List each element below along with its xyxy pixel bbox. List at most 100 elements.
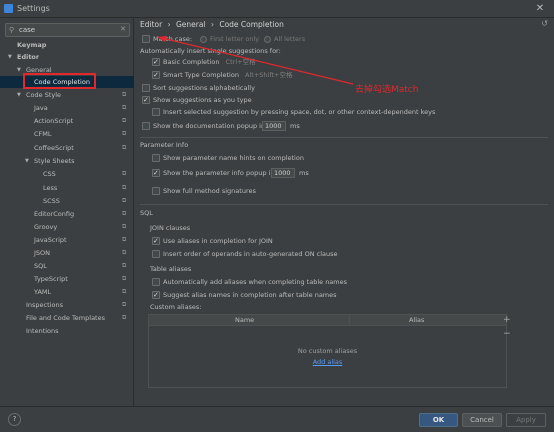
remove-icon[interactable]: −: [503, 329, 511, 339]
doc-popup-label: Show the documentation popup in: [153, 122, 266, 130]
custom-aliases-label: Custom aliases:: [150, 303, 202, 311]
table-header: Name Alias: [149, 315, 506, 326]
auto-add-row: Automatically add aliases when completin…: [152, 277, 452, 288]
custom-aliases-table[interactable]: Name Alias No custom aliases Add alias: [148, 314, 507, 388]
doc-popup-delay-input[interactable]: 1000: [262, 121, 286, 131]
full-signatures-row: Show full method signatures: [152, 186, 452, 197]
full-signatures-checkbox[interactable]: [152, 187, 160, 195]
parameter-info-header: Parameter Info: [140, 141, 189, 149]
highlight-box: [23, 73, 96, 89]
project-scope-icon: ⧉: [122, 91, 127, 98]
title-bar: Settings ✕: [0, 0, 554, 18]
tree-item-java[interactable]: Java ⧉: [0, 102, 134, 114]
footer: ? OK Cancel Apply: [0, 406, 554, 432]
settings-sidebar: ⚲ case ✕ Keymap ▼ Editor ▼ General Code Co…: [0, 18, 134, 406]
app-icon: [4, 4, 13, 13]
search-value: case: [19, 26, 36, 34]
annotation-text: 去掉勾选Match: [355, 85, 419, 95]
clear-search-icon[interactable]: ✕: [120, 25, 126, 33]
project-scope-icon: ⧉: [122, 314, 127, 321]
tree-item-json[interactable]: JSON ⧉: [0, 247, 134, 259]
window-title: Settings: [17, 4, 50, 13]
add-icon[interactable]: +: [503, 315, 511, 325]
help-button[interactable]: ?: [8, 413, 21, 426]
insert-on-label: Insert order of operands in auto-generat…: [163, 250, 338, 258]
alias-column-header[interactable]: Alias: [409, 316, 424, 324]
join-clauses-header: JOIN clauses: [150, 224, 191, 232]
tree-item-code-style[interactable]: ▼ Code Style ⧉: [0, 89, 134, 101]
tree-item-intentions[interactable]: Intentions: [0, 325, 134, 337]
suggest-alias-checkbox[interactable]: [152, 290, 160, 301]
tree-item-sql[interactable]: SQL ⧉: [0, 260, 134, 272]
tree-item-editorconfig[interactable]: EditorConfig ⧉: [0, 208, 134, 220]
insert-selected-label: Insert selected suggestion by pressing s…: [163, 108, 436, 116]
divider: [140, 204, 548, 205]
param-hints-checkbox[interactable]: [152, 154, 160, 162]
table-aliases-header: Table aliases: [150, 265, 192, 273]
ok-button[interactable]: OK: [419, 413, 458, 427]
tree-item-groovy[interactable]: Groovy ⧉: [0, 221, 134, 233]
project-scope-icon: ⧉: [122, 197, 127, 204]
insert-on-checkbox[interactable]: [152, 250, 160, 258]
project-scope-icon: ⧉: [122, 170, 127, 177]
apply-button[interactable]: Apply: [506, 413, 546, 427]
insert-selected-checkbox[interactable]: [152, 108, 160, 116]
chevron-down-icon[interactable]: ▼: [17, 89, 21, 101]
auto-add-label: Automatically add aliases when completin…: [163, 278, 348, 286]
project-scope-icon: ⧉: [122, 275, 127, 282]
tree-item-yaml[interactable]: YAML ⧉: [0, 286, 134, 298]
annotation-arrow: [157, 36, 354, 85]
chevron-down-icon[interactable]: ▼: [25, 155, 29, 167]
project-scope-icon: ⧉: [122, 262, 127, 269]
search-icon: ⚲: [9, 26, 15, 34]
project-scope-icon: ⧉: [122, 130, 127, 137]
tree-item-cfml[interactable]: CFML ⧉: [0, 128, 134, 140]
project-scope-icon: ⧉: [122, 249, 127, 256]
search-input[interactable]: ⚲ case ✕: [5, 23, 130, 37]
param-popup-label: Show the parameter info popup in: [163, 169, 275, 177]
add-alias-link[interactable]: Add alias: [149, 358, 506, 366]
param-popup-checkbox[interactable]: [152, 168, 160, 179]
tree-item-coffeescript[interactable]: CoffeeScript ⧉: [0, 142, 134, 154]
project-scope-icon: ⧉: [122, 184, 127, 191]
tree-item-file-code-templates[interactable]: File and Code Templates ⧉: [0, 312, 134, 324]
tree-item-actionscript[interactable]: ActionScript ⧉: [0, 115, 134, 127]
divider: [140, 137, 548, 138]
tree-item-editor[interactable]: ▼ Editor: [0, 51, 134, 63]
tree-item-scss[interactable]: SCSS ⧉: [0, 195, 134, 207]
doc-popup-row: Show the documentation popup in 1000 ms: [142, 121, 442, 134]
auto-add-checkbox[interactable]: [152, 278, 160, 286]
sql-header: SQL: [140, 209, 153, 217]
param-popup-row: Show the parameter info popup in 1000 ms: [152, 168, 452, 181]
insert-selected-row: Insert selected suggestion by pressing s…: [152, 107, 552, 118]
join-aliases-checkbox[interactable]: [152, 236, 160, 247]
tree-item-less[interactable]: Less ⧉: [0, 182, 134, 194]
join-aliases-row: Use aliases in completion for JOIN: [152, 236, 452, 247]
full-signatures-label: Show full method signatures: [163, 187, 256, 195]
tree-item-keymap[interactable]: Keymap: [0, 39, 134, 51]
tree-item-inspections[interactable]: Inspections ⧉: [0, 299, 134, 311]
column-divider: [349, 315, 350, 326]
param-hints-label: Show parameter name hints on completion: [163, 154, 304, 162]
tree-item-css[interactable]: CSS ⧉: [0, 168, 134, 180]
tree-item-javascript[interactable]: JavaScript ⧉: [0, 234, 134, 246]
project-scope-icon: ⧉: [122, 117, 127, 124]
chevron-down-icon[interactable]: ▼: [8, 51, 12, 63]
project-scope-icon: ⧉: [122, 236, 127, 243]
project-scope-icon: ⧉: [122, 210, 127, 217]
doc-popup-checkbox[interactable]: [142, 122, 150, 130]
chevron-down-icon[interactable]: ▼: [17, 64, 21, 76]
close-icon[interactable]: ✕: [530, 1, 550, 16]
param-popup-unit: ms: [299, 169, 309, 177]
project-scope-icon: ⧉: [122, 104, 127, 111]
cancel-button[interactable]: Cancel: [462, 413, 502, 427]
suggest-alias-row: Suggest alias names in completion after …: [152, 290, 452, 301]
join-aliases-label: Use aliases in completion for JOIN: [163, 237, 273, 245]
empty-table-text: No custom aliases: [297, 347, 358, 355]
param-popup-delay-input[interactable]: 1000: [271, 168, 295, 178]
suggest-alias-label: Suggest alias names in completion after …: [163, 291, 337, 299]
tree-item-typescript[interactable]: TypeScript ⧉: [0, 273, 134, 285]
name-column-header[interactable]: Name: [235, 316, 254, 324]
tree-item-style-sheets[interactable]: ▼ Style Sheets: [0, 155, 134, 167]
project-scope-icon: ⧉: [122, 288, 127, 295]
